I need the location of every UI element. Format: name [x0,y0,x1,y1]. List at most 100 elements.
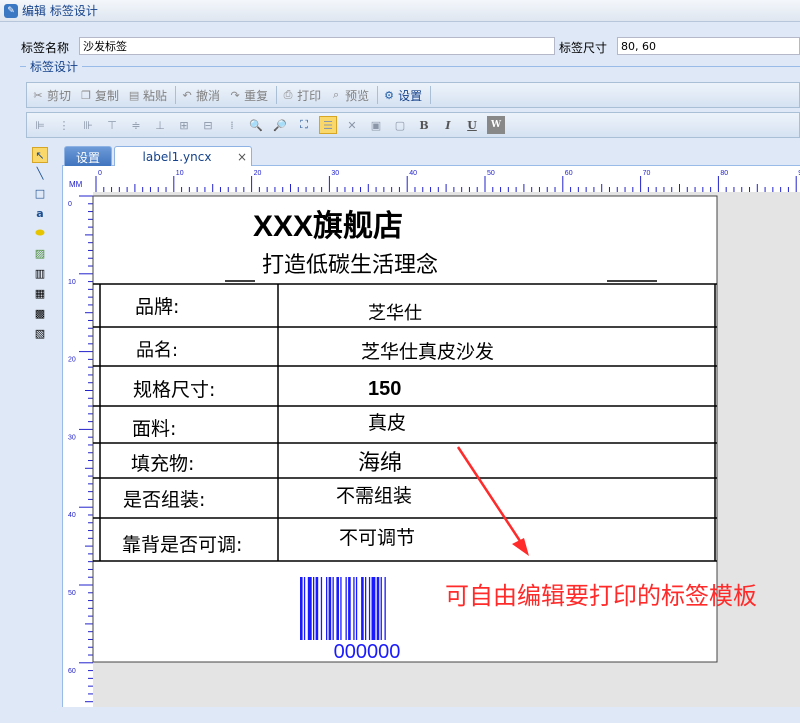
print-button[interactable]: ⎙ 打印 [281,87,321,104]
gear-icon: ⚙ [384,88,395,102]
align-center-icon[interactable]: ⋮ [55,116,73,134]
row-size-key[interactable]: 规格尺寸: [133,379,215,401]
paste-button[interactable]: ▤ 粘贴 [127,87,167,104]
barcode-bar [320,577,323,640]
send-back-icon[interactable]: ▢ [391,116,409,134]
barcode-bar [326,577,328,640]
barcode-bar [380,577,382,640]
distribute-icon[interactable]: ⁞ [223,116,241,134]
bring-front-icon[interactable]: ▣ [367,116,385,134]
align-right-icon[interactable]: ⊪ [79,116,97,134]
canvas-svg: MM 010203040506070809 0102030405060 XXX旗… [63,166,800,707]
barcode-number[interactable]: 000000 [334,641,401,663]
row-backrest-key[interactable]: 靠背是否可调: [122,534,242,556]
row-brand-value[interactable]: 芝华仕 [368,303,422,324]
image-tool-icon[interactable]: ▨ [32,245,48,261]
align-top-icon[interactable]: ⊤ [103,116,121,134]
close-icon[interactable]: × [237,150,247,164]
ruler-label: 60 [565,170,573,177]
line-tool-icon[interactable]: ╲ [32,165,48,181]
barcode-bar [336,577,339,640]
row-backrest-value[interactable]: 不可调节 [339,527,415,549]
delete-icon[interactable]: ✕ [343,116,361,134]
ungroup-icon[interactable]: ⊟ [199,116,217,134]
settings-button[interactable]: ⚙ 设置 [382,87,422,104]
row-fabric-key[interactable]: 面料: [132,418,176,440]
word-wrap-icon[interactable]: W [487,116,505,134]
label-size-input[interactable] [617,37,800,55]
italic-icon[interactable]: I [439,116,457,134]
fit-page-icon[interactable]: ⛶ [295,116,313,134]
align-left-icon[interactable]: ⊫ [31,116,49,134]
row-filling-value[interactable]: 海绵 [358,451,402,476]
zoom-out-icon[interactable]: 🔍 [247,116,265,134]
text-tool-icon[interactable]: a [32,205,48,221]
undo-icon: ↶ [182,88,192,102]
row-size-value[interactable]: 150 [368,378,401,400]
rectangle-tool-icon[interactable]: □ [32,185,48,201]
ruler-toggle-icon[interactable]: ☰ [319,116,337,134]
preview-button[interactable]: ⌕ 预览 [329,87,369,104]
barcode-bar [348,577,351,640]
pdf417-tool-icon[interactable]: ▦ [32,285,48,301]
zoom-in-icon[interactable]: 🔎 [271,116,289,134]
annotation-text: 可自由编辑要打印的标签模板 [445,582,757,610]
group-icon[interactable]: ⊞ [175,116,193,134]
ruler-unit: MM [69,180,83,189]
edit-toolbar: ✂ 剪切 ❐ 复制 ▤ 粘贴 ↶ 撤消 ↷ 重复 ⎙ 打印 ⌕ 预览 ⚙ 设置 [26,82,800,108]
ruler-label: 70 [643,170,651,177]
paste-icon: ▤ [128,88,140,102]
align-middle-icon[interactable]: ≑ [127,116,145,134]
redo-icon: ↷ [230,88,240,102]
row-fabric-value[interactable]: 真皮 [368,412,406,434]
row-assembly-value[interactable]: 不需组装 [336,485,412,507]
barcode-bar [345,577,347,640]
qrcode-tool-icon[interactable]: ▩ [32,305,48,321]
ruler-label: 50 [487,170,495,177]
bold-icon[interactable]: B [415,116,433,134]
row-filling-key[interactable]: 填充物: [131,453,194,475]
barcode-tool-icon[interactable]: ▥ [32,265,48,281]
barcode-bar [303,577,306,640]
store-name[interactable]: XXX旗舰店 [253,210,403,243]
copy-icon: ❐ [81,88,91,102]
row-assembly-key[interactable]: 是否组装: [123,489,205,511]
barcode-bar [368,577,371,640]
label-name-caption: 标签名称 [21,41,70,55]
tab-label-file[interactable]: label1.yncx × [114,146,252,167]
barcode-bar [307,577,312,640]
document-tabs: 设置 label1.yncx × [62,144,800,167]
ruler-label: 0 [98,170,102,177]
redo-button[interactable]: ↷ 重复 [228,87,268,104]
datamatrix-tool-icon[interactable]: ▧ [32,325,48,341]
barcode-bar [315,577,319,640]
section-border [20,66,800,67]
tab-settings[interactable]: 设置 [64,146,112,167]
design-canvas[interactable]: MM 010203040506070809 0102030405060 XXX旗… [62,166,800,707]
slogan[interactable]: 打造低碳生活理念 [262,253,438,278]
row-product-key[interactable]: 品名: [136,340,178,361]
label-name-input[interactable] [79,37,555,55]
ruler-label: 30 [331,170,339,177]
row-product-value[interactable]: 芝华仕真皮沙发 [361,341,494,363]
ruler-label: 50 [68,590,76,597]
underline-icon[interactable]: U [463,116,481,134]
cut-button[interactable]: ✂ 剪切 [31,87,71,104]
ruler-label: 60 [68,668,76,675]
barcode-bar [365,577,367,640]
ruler-label: 20 [254,170,262,177]
app-icon: ✎ [4,3,18,18]
align-bottom-icon[interactable]: ⊥ [151,116,169,134]
label-size-caption: 标签尺寸 [559,41,608,55]
row-brand-key[interactable]: 品牌: [135,296,179,318]
barcode-bar [355,577,358,640]
toolbar-separator [175,86,177,104]
copy-button[interactable]: ❐ 复制 [79,87,119,104]
tool-palette: ↖ ╲ □ a ⬬ ▨ ▥ ▦ ▩ ▧ [26,144,56,723]
pointer-icon[interactable]: ↖ [32,147,48,163]
undo-button[interactable]: ↶ 撤消 [180,87,220,104]
barcode-bar [340,577,342,640]
ellipse-tool-icon[interactable]: ⬬ [32,225,48,241]
ruler-label: 30 [68,434,76,441]
ruler-label: 40 [409,170,417,177]
